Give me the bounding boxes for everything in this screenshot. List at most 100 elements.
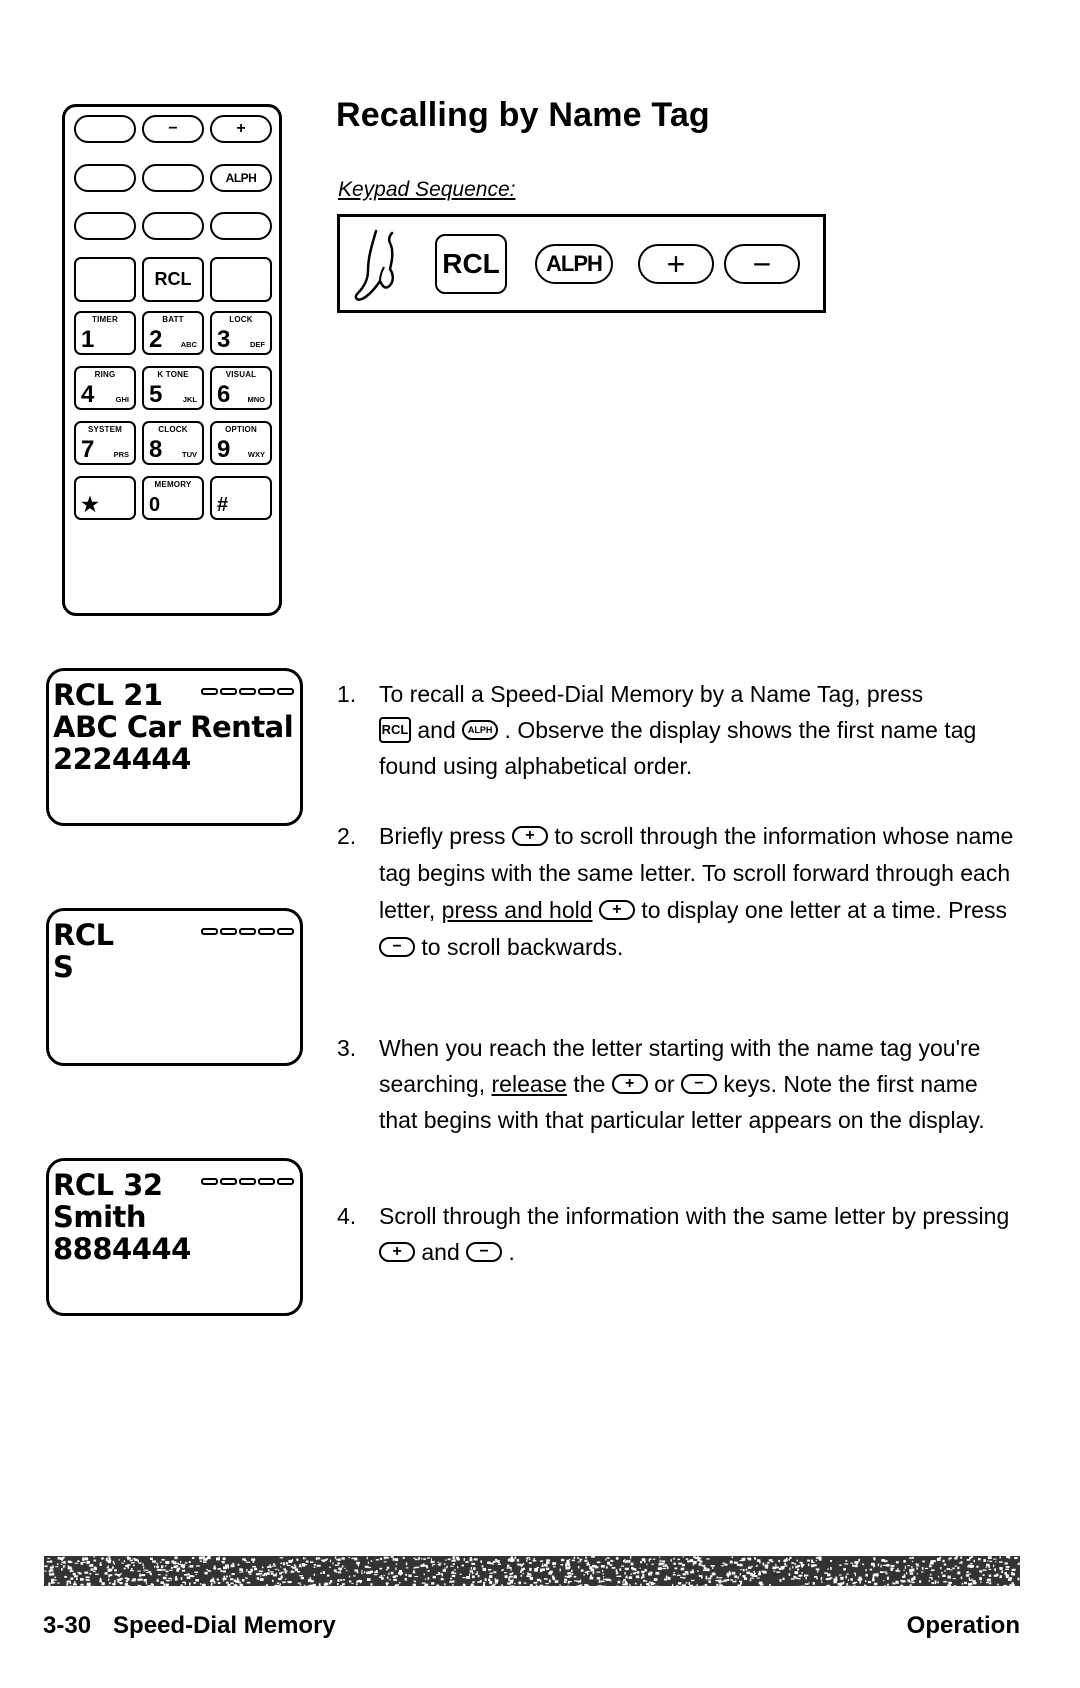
step-number: 3. xyxy=(337,1035,357,1061)
key-letters: PRS xyxy=(113,450,129,459)
key-function-label: CLOCK xyxy=(158,425,188,434)
page-title: Recalling by Name Tag xyxy=(336,96,710,134)
key-digit: 1 xyxy=(81,326,95,353)
key-letters: ABC xyxy=(180,340,197,349)
phone-key-8: CLOCK 8 TUV xyxy=(142,421,204,465)
emphasis-text: press and hold xyxy=(441,897,593,923)
sequence-key-plus: + xyxy=(638,244,714,284)
sequence-key-minus: − xyxy=(724,244,800,284)
key-digit: 6 xyxy=(217,381,231,408)
key-letters: TUV xyxy=(182,450,197,459)
phone-key-5: K TONE 5 JKL xyxy=(142,366,204,410)
lcd-display-1: RCL 21 ABC Car Rental 2224444 xyxy=(46,668,303,826)
plus-key-icon: + xyxy=(598,899,635,920)
key-letters: MNO xyxy=(247,395,266,404)
phone-key-blank xyxy=(74,212,136,240)
star-icon: ★ xyxy=(81,494,99,516)
key-function-label: BATT xyxy=(162,315,184,324)
decorative-noise-bar xyxy=(44,1556,1020,1586)
rcl-key-icon: RCL xyxy=(379,716,411,743)
minus-key-icon: − xyxy=(379,936,415,957)
sequence-key-alph: ALPH xyxy=(535,244,613,284)
section-name: Speed-Dial Memory xyxy=(113,1612,336,1639)
minus-key-icon: − xyxy=(466,1241,503,1262)
key-letters: JKL xyxy=(182,395,197,404)
phone-key-blank xyxy=(210,257,272,302)
phone-key-1: TIMER 1 xyxy=(74,311,136,355)
phone-key-blank xyxy=(74,164,136,192)
phone-key-9: OPTION 9 WXY xyxy=(210,421,272,465)
key-letters: DEF xyxy=(250,340,265,349)
step-text: When you reach the letter starting with … xyxy=(379,1030,1019,1138)
phone-key-4: RING 4 GHI xyxy=(74,366,136,410)
battery-signal-icon xyxy=(201,688,294,695)
keypad-sequence-box: RCL ALPH + − xyxy=(337,214,826,313)
lcd-line-2: S xyxy=(53,950,74,984)
phone-key-2: BATT 2 ABC xyxy=(142,311,204,355)
lcd-line-2: Smith xyxy=(53,1200,147,1234)
text: the xyxy=(566,1071,612,1097)
phone-key-rcl: RCL xyxy=(142,257,204,302)
key-function-label: LOCK xyxy=(229,315,253,324)
phone-key-star: ★ xyxy=(74,476,136,520)
battery-signal-icon xyxy=(201,1178,294,1185)
key-digit: 4 xyxy=(81,381,95,408)
text: and xyxy=(415,1239,467,1265)
text: . xyxy=(502,1239,515,1265)
phone-key-blank xyxy=(142,164,204,192)
phone-key-6: VISUAL 6 MNO xyxy=(210,366,272,410)
sequence-key-rcl: RCL xyxy=(435,234,507,294)
phone-key-hash: # xyxy=(210,476,272,520)
text: Scroll through the information with the … xyxy=(379,1203,1010,1229)
step-text: To recall a Speed-Dial Memory by a Name … xyxy=(379,676,1019,784)
phone-key-minus: − xyxy=(142,115,204,143)
key-function-label: OPTION xyxy=(225,425,257,434)
step-number: 2. xyxy=(337,823,357,849)
key-function-label: MEMORY xyxy=(154,480,192,489)
lcd-display-2: RCL S xyxy=(46,908,303,1066)
key-letters: GHI xyxy=(115,395,129,404)
text: To recall a Speed-Dial Memory by a Name … xyxy=(379,681,924,707)
keypad-sequence-label: Keypad Sequence: xyxy=(338,178,516,201)
lcd-line-3: 8884444 xyxy=(53,1232,191,1266)
lcd-line-1: RCL xyxy=(53,918,114,952)
key-digit: 2 xyxy=(149,326,163,353)
phone-key-alph: ALPH xyxy=(210,164,272,192)
page-number: 3-30 xyxy=(43,1612,92,1639)
text: to display one letter at a time. Press xyxy=(634,897,1007,923)
key-function-label: RING xyxy=(94,370,116,379)
lcd-line-1: RCL 32 xyxy=(53,1168,163,1202)
battery-signal-icon xyxy=(201,928,294,935)
step-number: 4. xyxy=(337,1203,357,1229)
key-digit: 9 xyxy=(217,436,231,463)
phone-key-3: LOCK 3 DEF xyxy=(210,311,272,355)
step-number: 1. xyxy=(337,681,357,707)
lcd-line-1: RCL 21 xyxy=(53,678,163,712)
phone-key-blank xyxy=(142,212,204,240)
phone-key-7: SYSTEM 7 PRS xyxy=(74,421,136,465)
alph-key-icon: ALPH xyxy=(462,719,499,740)
plus-key-icon: + xyxy=(379,1241,415,1262)
phone-keypad-illustration: − + ALPH RCL TIMER 1 BATT 2 ABC LOCK 3 DEF RI… xyxy=(62,104,282,616)
step-text: Briefly press + to scroll through the in… xyxy=(379,818,1019,966)
key-digit: 3 xyxy=(217,326,231,353)
key-function-label: VISUAL xyxy=(225,370,257,379)
chapter-name: Operation xyxy=(906,1612,1020,1639)
phone-key-blank xyxy=(74,257,136,302)
key-digit: 8 xyxy=(149,436,163,463)
text: to scroll backwards. xyxy=(415,934,624,960)
text xyxy=(593,897,599,923)
phone-key-blank xyxy=(210,212,272,240)
lcd-display-3: RCL 32 Smith 8884444 xyxy=(46,1158,303,1316)
key-function-label: SYSTEM xyxy=(87,425,123,434)
plus-key-icon: + xyxy=(611,1073,648,1094)
lcd-line-2: ABC Car Rental xyxy=(53,710,294,744)
minus-key-icon: − xyxy=(680,1073,717,1094)
hash-icon: # xyxy=(217,494,229,516)
text: Briefly press xyxy=(379,823,512,849)
lcd-line-3: 2224444 xyxy=(53,742,191,776)
footer-page-section: 3-30 Speed-Dial Memory xyxy=(43,1612,336,1640)
step-text: Scroll through the information with the … xyxy=(379,1198,1019,1270)
key-digit: 5 xyxy=(149,381,163,408)
text: or xyxy=(647,1071,681,1097)
